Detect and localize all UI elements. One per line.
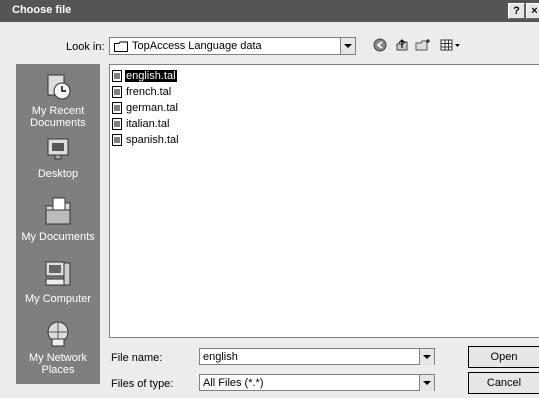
files-of-type-label: Files of type: — [111, 378, 174, 390]
choose-file-dialog: Choose file ? × Look in: TopAccess Langu… — [0, 0, 539, 398]
chevron-down-icon[interactable] — [419, 375, 434, 391]
files-of-type-dropdown[interactable]: All Files (*.*) — [199, 374, 435, 391]
place-my-documents[interactable]: My Documents — [16, 194, 100, 243]
title-bar: Choose file ? × — [0, 0, 539, 22]
file-item-french[interactable]: french.tal — [112, 85, 172, 99]
text-file-icon — [112, 86, 122, 98]
file-name-value: english — [203, 351, 238, 363]
folder-icon — [114, 41, 128, 52]
text-file-icon — [112, 118, 122, 130]
my-computer-icon — [45, 261, 71, 286]
text-file-icon — [112, 70, 122, 82]
view-menu-icon[interactable] — [440, 38, 462, 52]
place-recent-documents[interactable]: My Recent Documents — [16, 72, 100, 129]
close-button[interactable]: × — [526, 3, 539, 19]
text-file-icon — [112, 102, 122, 114]
new-folder-icon[interactable] — [415, 38, 431, 52]
place-my-computer[interactable]: My Computer — [16, 258, 100, 305]
chevron-down-icon[interactable] — [419, 349, 434, 365]
network-places-icon — [47, 321, 69, 347]
file-list[interactable]: english.tal french.tal german.tal italia… — [109, 64, 539, 338]
my-documents-icon — [45, 197, 71, 225]
look-in-dropdown[interactable]: TopAccess Language data — [109, 37, 356, 55]
look-in-value: TopAccess Language data — [132, 40, 262, 52]
cancel-button[interactable]: Cancel — [468, 372, 539, 394]
place-network-places[interactable]: My Network Places — [16, 319, 100, 376]
recent-documents-icon — [47, 74, 71, 100]
dialog-title: Choose file — [12, 4, 72, 16]
text-file-icon — [112, 134, 122, 146]
file-item-spanish[interactable]: spanish.tal — [112, 133, 180, 147]
open-button[interactable]: Open — [468, 346, 539, 368]
files-of-type-value: All Files (*.*) — [203, 377, 264, 389]
chevron-down-icon[interactable] — [340, 38, 355, 54]
back-icon[interactable] — [373, 38, 387, 52]
file-item-italian[interactable]: italian.tal — [112, 117, 170, 131]
file-name-field[interactable]: english — [199, 348, 435, 365]
place-desktop[interactable]: Desktop — [16, 135, 100, 180]
up-folder-icon[interactable] — [395, 38, 409, 52]
places-bar: My Recent Documents Desktop My Documents — [16, 64, 100, 384]
help-button[interactable]: ? — [508, 3, 525, 19]
file-item-english[interactable]: english.tal — [112, 69, 177, 83]
look-in-label: Look in: — [66, 41, 105, 53]
file-name-label: File name: — [111, 352, 163, 364]
desktop-icon — [47, 138, 69, 160]
file-item-german[interactable]: german.tal — [112, 101, 179, 115]
